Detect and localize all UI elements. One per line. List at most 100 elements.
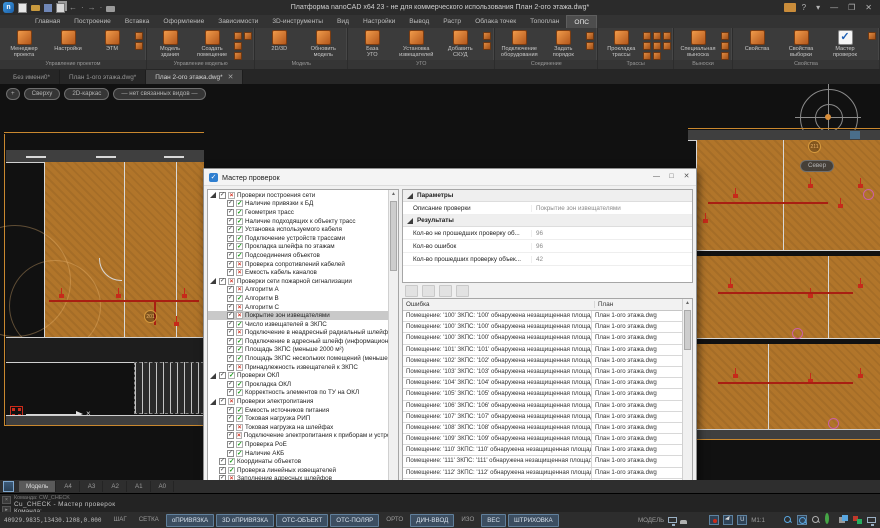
check-item[interactable]: ✓✓Проверки ОКЛ (208, 371, 388, 380)
ribbon-tab-item[interactable]: Зависимости (211, 15, 265, 28)
ribbon-small-icon[interactable] (653, 52, 661, 60)
dialog-minimize-button[interactable]: — (649, 170, 664, 184)
ribbon-small-icon[interactable] (586, 42, 594, 50)
ribbon-tab-item[interactable]: Построение (67, 15, 118, 28)
layout-tab-paper[interactable]: А1 (128, 481, 151, 492)
tree-expander-icon[interactable] (210, 278, 216, 284)
check-item[interactable]: ✓✓Проверка линейных извещателей (208, 466, 388, 475)
viewport-icon[interactable] (668, 517, 677, 523)
check-enabled-checkbox[interactable]: ✓ (219, 458, 226, 465)
status-toggle[interactable]: оПРИВЯЗКА (166, 514, 214, 527)
check-item[interactable]: ✓✓Алгоритм B (208, 294, 388, 303)
check-enabled-checkbox[interactable]: ✓ (227, 424, 234, 431)
document-tab[interactable]: Без имени0* (4, 70, 60, 84)
ribbon-button[interactable]: Модель здания (150, 30, 190, 58)
check-enabled-checkbox[interactable]: ✓ (227, 355, 234, 362)
check-item[interactable]: ✓✓Наличие привязки к БД (208, 200, 388, 209)
check-item[interactable]: ✓×Подключение электропитания к приборам … (208, 432, 388, 441)
check-item[interactable]: ✓✓Наличие АКБ (208, 449, 388, 458)
check-item[interactable]: ✓×Токовая нагрузка на шлейфах (208, 423, 388, 432)
check-enabled-checkbox[interactable]: ✓ (219, 467, 226, 474)
ribbon-tab-item[interactable]: Оформление (156, 15, 211, 28)
check-item[interactable]: ✓×Проверки построения сети (208, 191, 388, 200)
check-enabled-checkbox[interactable]: ✓ (227, 286, 234, 293)
ribbon-small-icon[interactable] (483, 32, 491, 40)
section-collapse-icon[interactable] (407, 218, 413, 224)
status-toggle[interactable]: ВЕС (481, 514, 506, 527)
status-toggle[interactable]: ДИН-ВВОД (410, 514, 454, 527)
error-row[interactable]: Помещение: '110' ЗКПС: '110' обнаружена … (403, 445, 682, 456)
check-item[interactable]: ✓✓Подключение устройств трассами (208, 234, 388, 243)
dialog-maximize-button[interactable]: □ (664, 170, 679, 184)
error-row[interactable]: Помещение: '102' ЗКПС: '102' обнаружена … (403, 356, 682, 367)
check-item[interactable]: ✓✓Координаты объектов (208, 457, 388, 466)
layout-tab-model[interactable]: Модель (19, 481, 56, 492)
check-item[interactable]: ✓✓Геометрия трасс (208, 208, 388, 217)
ribbon-button[interactable]: Настройки (47, 30, 89, 52)
workspace-icon[interactable] (784, 3, 796, 12)
help-dropdown-icon[interactable]: ▾ (812, 1, 824, 14)
status-toggle[interactable]: СЕТКА (134, 514, 164, 527)
check-enabled-checkbox[interactable]: ✓ (227, 312, 234, 319)
check-enabled-checkbox[interactable]: ✓ (219, 192, 226, 199)
check-enabled-checkbox[interactable]: ✓ (227, 441, 234, 448)
ribbon-button[interactable]: Прокладка трассы (601, 30, 641, 58)
nanocad-logo-icon[interactable]: n (3, 2, 14, 13)
ribbon-small-icon[interactable] (721, 52, 729, 60)
check-item[interactable]: ✓✓Подсоединения объектов (208, 251, 388, 260)
check-item[interactable]: ✓×Покрытие зон извещателями (208, 311, 388, 320)
print-icon[interactable] (106, 6, 115, 12)
check-enabled-checkbox[interactable]: ✓ (227, 209, 234, 216)
orbit-icon[interactable] (825, 515, 835, 525)
viewport-controls-expand-icon[interactable]: + (6, 88, 20, 100)
scroll-up-icon[interactable]: ▲ (389, 190, 398, 199)
check-enabled-checkbox[interactable]: ✓ (227, 364, 234, 371)
error-row[interactable]: Помещение: '100' ЗКПС: '100' обнаружена … (403, 333, 682, 344)
layout-tab-paper[interactable]: А0 (152, 481, 175, 492)
redo-icon[interactable]: → (88, 3, 96, 12)
ribbon-button[interactable]: Свойства (736, 30, 778, 52)
error-row[interactable]: Помещение: '103' ЗКПС: '103' обнаружена … (403, 367, 682, 378)
visual-style-pill[interactable]: 2D-каркас (64, 88, 109, 100)
error-row[interactable]: Помещение: '109' ЗКПС: '109' обнаружена … (403, 434, 682, 445)
check-enabled-checkbox[interactable]: ✓ (227, 389, 234, 396)
scrollbar-thumb[interactable] (390, 201, 397, 271)
error-row[interactable]: Помещение: '100' ЗКПС: '100' обнаружена … (403, 311, 682, 322)
check-enabled-checkbox[interactable]: ✓ (227, 450, 234, 457)
check-item[interactable]: ✓✓Токовая нагрузка РИП (208, 414, 388, 423)
ribbon-tab-item[interactable]: Настройки (356, 15, 402, 28)
tree-vertical-scrollbar[interactable]: ▲ ▼ (388, 190, 398, 480)
ribbon-small-icon[interactable] (234, 52, 242, 60)
ribbon-button[interactable]: Создать помещение (192, 30, 232, 58)
undo-dropdown-icon[interactable]: · (81, 3, 84, 12)
check-enabled-checkbox[interactable]: ✓ (227, 432, 234, 439)
layout-tab-paper[interactable]: А4 (57, 481, 80, 492)
view-direction-pill[interactable]: Сверху (24, 88, 61, 100)
floor-plan-right[interactable]: 211 Север (688, 84, 880, 464)
ribbon-small-icon[interactable] (653, 32, 661, 40)
error-row[interactable]: Помещение: '100' ЗКПС: '100' обнаружена … (403, 322, 682, 333)
ribbon-button[interactable]: Обновить модель (302, 30, 344, 58)
ribbon-small-icon[interactable] (586, 32, 594, 40)
annotation-scale[interactable]: М1:1 (751, 517, 765, 524)
new-document-icon[interactable] (18, 3, 27, 13)
layout-grid-icon[interactable] (3, 481, 14, 492)
toolbar-icon-1[interactable] (405, 285, 418, 297)
ucs-toggle-icon[interactable]: U (737, 515, 747, 525)
error-row[interactable]: Помещение: '111' ЗКПС: '111' обнаружена … (403, 456, 682, 467)
ribbon-tab-item[interactable]: Вид (330, 15, 356, 28)
user-icon[interactable] (681, 515, 691, 525)
open-document-icon[interactable] (31, 5, 40, 11)
check-enabled-checkbox[interactable]: ✓ (227, 269, 234, 276)
ribbon-small-icon[interactable] (721, 32, 729, 40)
check-item[interactable]: ✓×Подключение в неадресный радиальный шл… (208, 329, 388, 338)
check-item[interactable]: ✓✓Прокладка шлейфа по этажам (208, 243, 388, 252)
ribbon-small-icon[interactable] (663, 32, 671, 40)
ribbon-button[interactable]: Свойства выборки (780, 30, 822, 58)
check-enabled-checkbox[interactable]: ✓ (227, 218, 234, 225)
check-item[interactable]: ✓×Принадлежность извещателей к ЗКПС (208, 363, 388, 372)
ribbon-tab-item[interactable]: 3D-инструменты (265, 15, 330, 28)
layout-tab-paper[interactable]: А2 (104, 481, 127, 492)
section-header[interactable]: Параметры (403, 190, 692, 202)
check-item[interactable]: ✓✓Подключение в адресный шлейф (информац… (208, 337, 388, 346)
